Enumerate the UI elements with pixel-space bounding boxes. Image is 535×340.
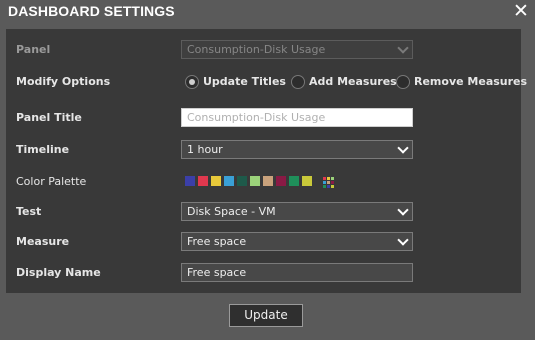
color-swatch[interactable]	[198, 176, 208, 186]
panel-title-input[interactable]: Consumption-Disk Usage	[181, 108, 413, 127]
timeline-label: Timeline	[16, 143, 70, 156]
settings-panel: Panel Consumption-Disk Usage Modify Opti…	[6, 29, 527, 293]
radio-unchecked-icon	[291, 75, 305, 89]
test-select[interactable]: Disk Space - VM	[181, 202, 413, 221]
color-swatch[interactable]	[263, 176, 273, 186]
dialog-titlebar: DASHBOARD SETTINGS ✕	[0, 0, 535, 24]
color-swatch[interactable]	[237, 176, 247, 186]
test-select-value: Disk Space - VM	[187, 205, 276, 218]
radio-label: Remove Measures	[414, 75, 528, 88]
panel-title-label: Panel Title	[16, 111, 82, 124]
update-button[interactable]: Update	[229, 304, 303, 327]
timeline-select[interactable]: 1 hour	[181, 140, 413, 159]
color-swatch[interactable]	[250, 176, 260, 186]
timeline-select-value: 1 hour	[187, 143, 223, 156]
modify-options-label: Modify Options	[16, 75, 111, 88]
panel-select-value: Consumption-Disk Usage	[187, 43, 326, 56]
radio-unchecked-icon	[396, 75, 410, 89]
color-swatch[interactable]	[224, 176, 234, 186]
measure-label: Measure	[16, 235, 70, 248]
color-swatch[interactable]	[276, 176, 286, 186]
display-name-label: Display Name	[16, 266, 101, 279]
chevron-down-icon	[397, 204, 409, 216]
measure-select-value: Free space	[187, 235, 247, 248]
close-icon[interactable]: ✕	[513, 2, 529, 21]
panel-select: Consumption-Disk Usage	[181, 40, 413, 59]
panel-label: Panel	[16, 43, 51, 56]
panel-title-placeholder: Consumption-Disk Usage	[187, 111, 326, 124]
color-swatch[interactable]	[289, 176, 299, 186]
palette-grid-icon[interactable]	[323, 177, 334, 188]
radio-label: Update Titles	[203, 75, 286, 88]
display-name-value: Free space	[187, 266, 247, 279]
test-label: Test	[16, 205, 42, 218]
measure-select[interactable]: Free space	[181, 232, 413, 251]
color-swatch[interactable]	[302, 176, 312, 186]
chevron-down-icon	[397, 142, 409, 154]
color-swatch[interactable]	[211, 176, 221, 186]
color-palette-label: Color Palette	[16, 175, 87, 188]
color-swatch[interactable]	[185, 176, 195, 186]
chevron-down-icon	[397, 42, 409, 54]
dialog-title: DASHBOARD SETTINGS	[8, 3, 175, 19]
radio-label: Add Measures	[309, 75, 397, 88]
radio-checked-icon	[185, 75, 199, 89]
display-name-input[interactable]: Free space	[181, 263, 413, 282]
chevron-down-icon	[397, 234, 409, 246]
